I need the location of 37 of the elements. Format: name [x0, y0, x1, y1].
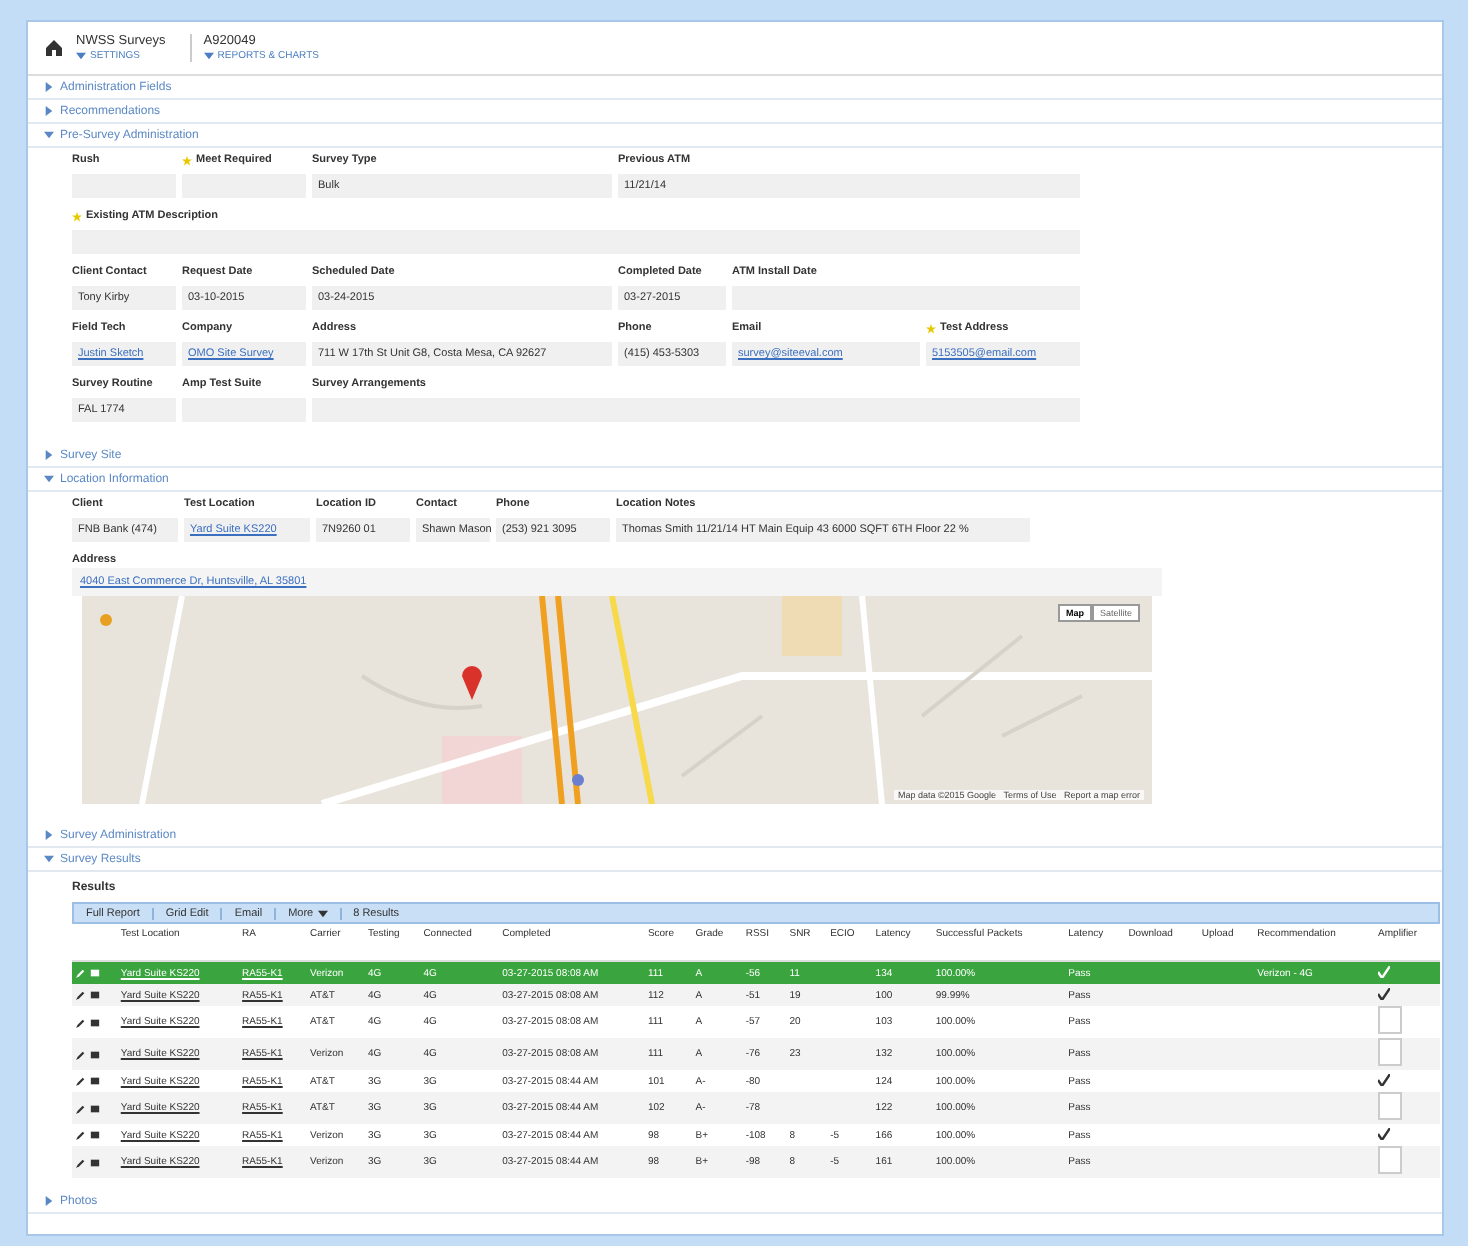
document-icon[interactable]: [90, 1049, 100, 1059]
caret-icon: [76, 52, 86, 60]
collapsed-icon: [44, 82, 54, 92]
collapsed-icon: [44, 450, 54, 460]
pencil-icon[interactable]: [76, 1017, 86, 1027]
document-icon[interactable]: [90, 1130, 100, 1140]
document-icon[interactable]: [90, 1076, 100, 1086]
pencil-icon[interactable]: [76, 1049, 86, 1059]
pencil-icon[interactable]: [76, 990, 86, 1000]
collapsed-icon: [44, 1196, 54, 1206]
checkbox[interactable]: [1378, 1038, 1403, 1066]
collapsed-icon: [44, 830, 54, 840]
collapsed-icon: [44, 106, 54, 116]
checkbox[interactable]: [1378, 1006, 1403, 1034]
pencil-icon[interactable]: [76, 1103, 86, 1113]
result-row[interactable]: [72, 1092, 117, 1124]
pencil-icon[interactable]: [76, 1157, 86, 1167]
checkbox[interactable]: [1378, 1092, 1403, 1120]
document-icon[interactable]: [90, 1103, 100, 1113]
expanded-icon: [44, 854, 54, 864]
pencil-icon[interactable]: [76, 1130, 86, 1140]
document-icon[interactable]: [90, 990, 100, 1000]
checkmark-icon[interactable]: [1378, 1127, 1391, 1139]
pencil-icon[interactable]: [76, 1076, 86, 1086]
result-row[interactable]: [72, 1038, 117, 1070]
result-row[interactable]: [72, 1146, 117, 1178]
document-icon[interactable]: [90, 1157, 100, 1167]
caret-icon: [317, 909, 328, 917]
expanded-icon: [44, 130, 54, 140]
checkmark-icon[interactable]: [1378, 987, 1391, 999]
caret-icon: [203, 52, 214, 60]
result-row[interactable]: [72, 984, 117, 1006]
expanded-icon: [44, 474, 54, 484]
checkmark-icon[interactable]: [1378, 1073, 1391, 1085]
checkbox[interactable]: [1378, 1146, 1403, 1174]
building-icon[interactable]: [44, 38, 64, 58]
document-icon[interactable]: [90, 1017, 100, 1027]
